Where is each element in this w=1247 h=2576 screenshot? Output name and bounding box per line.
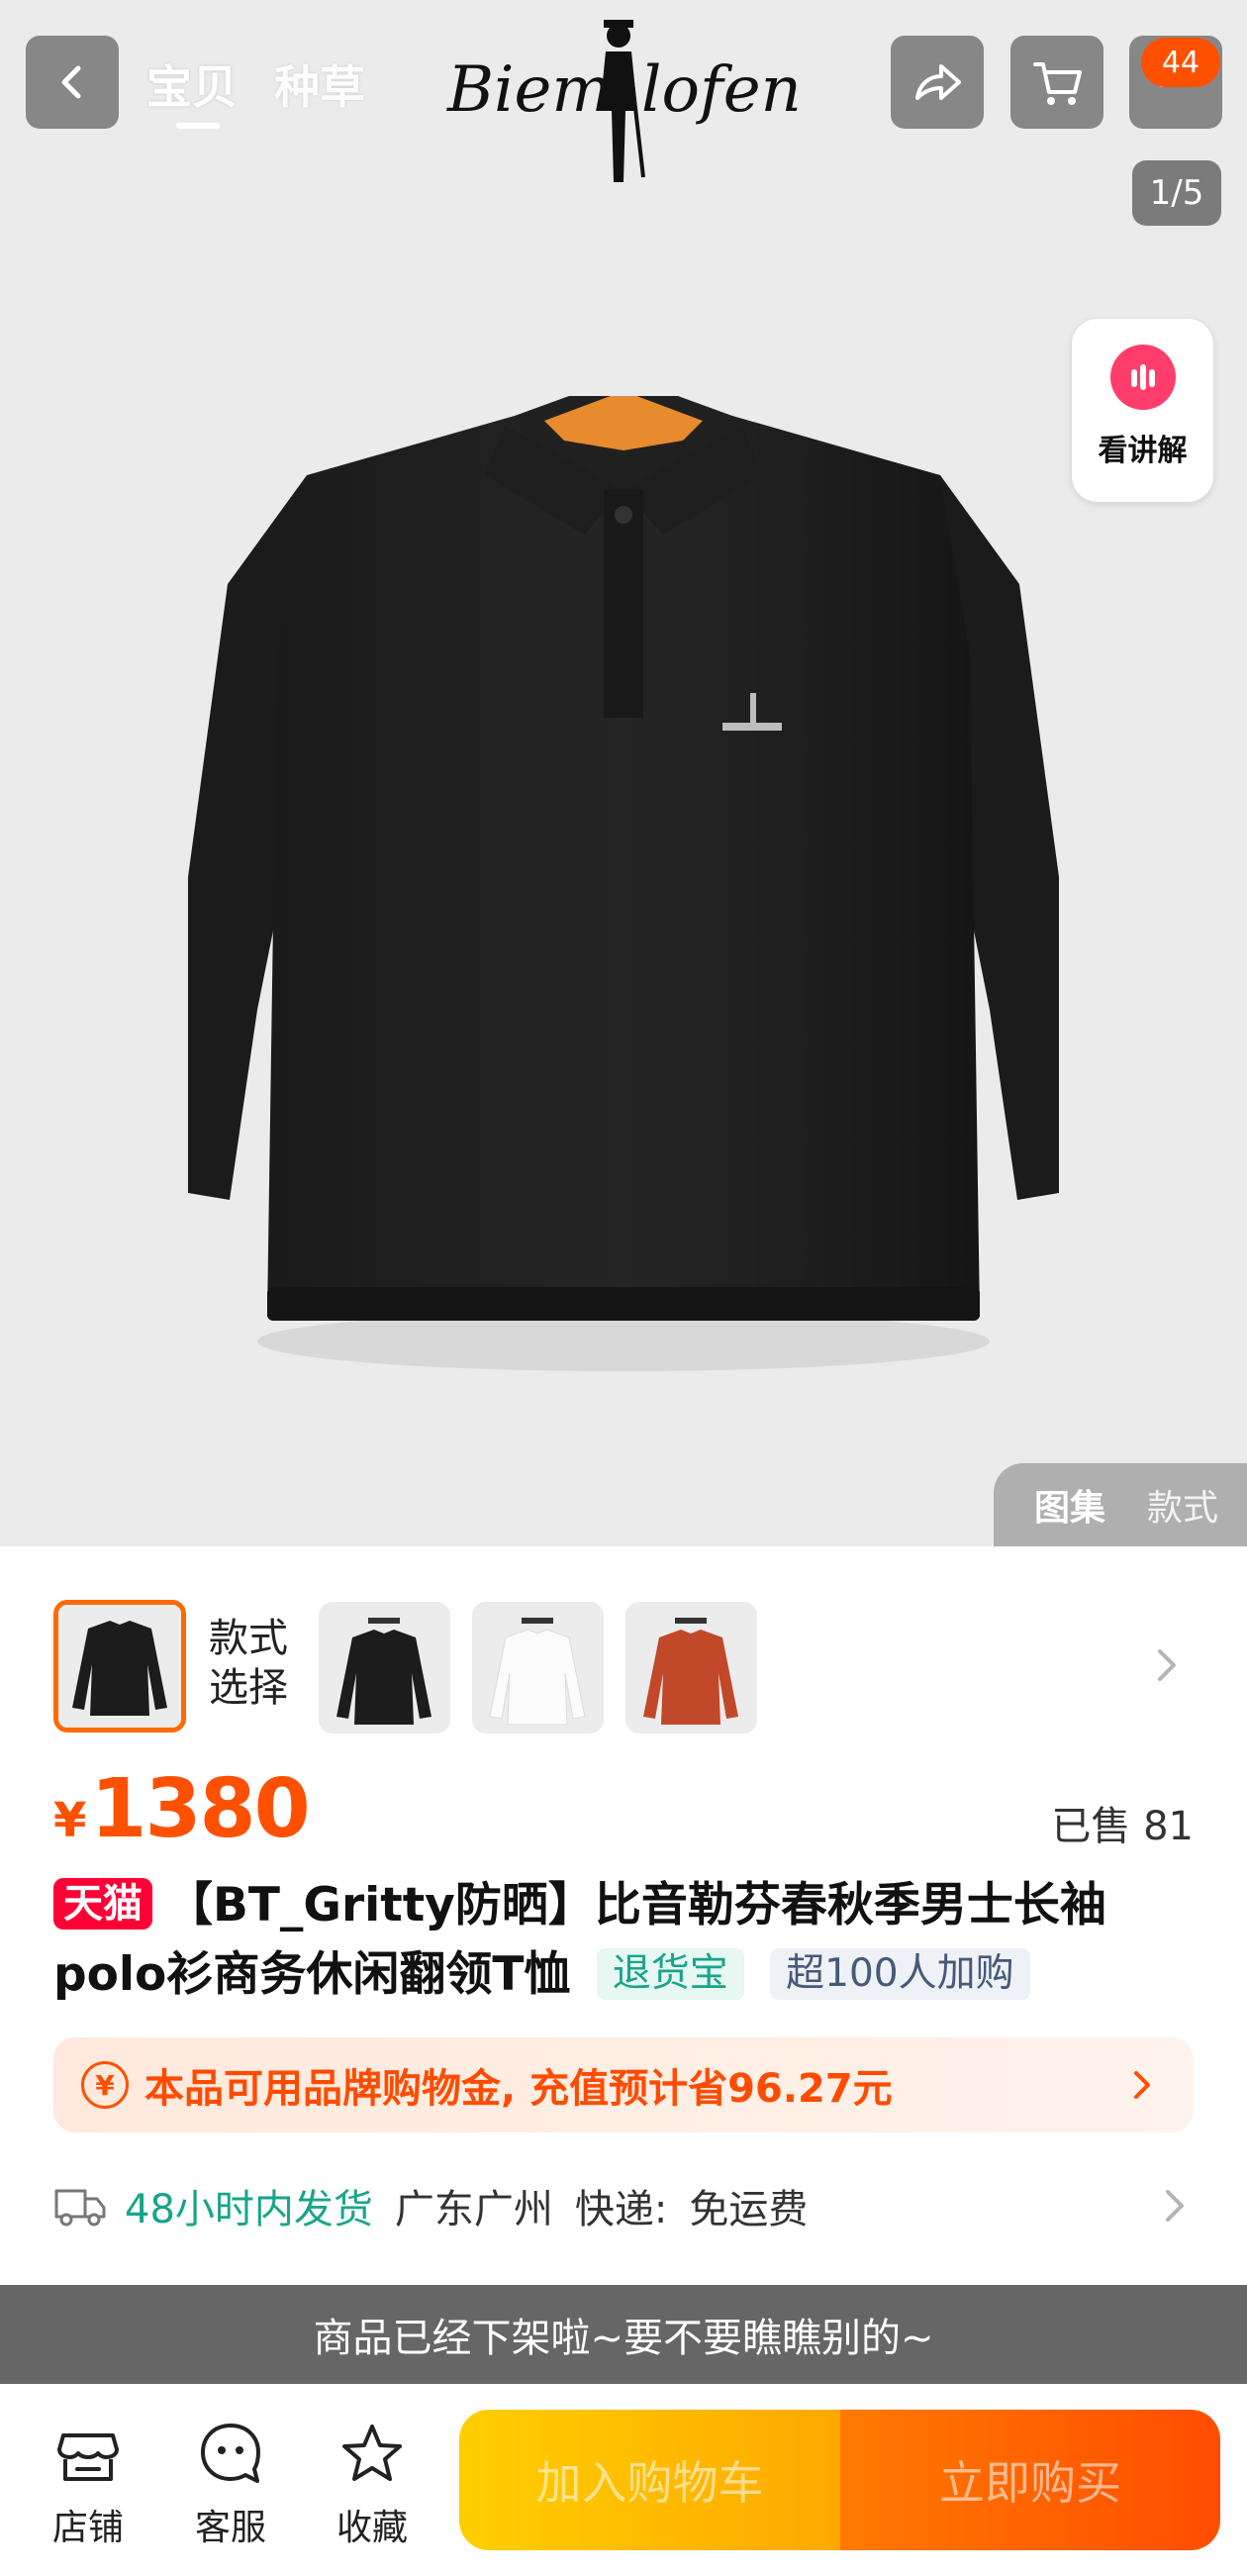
promo-text: 本品可用品牌购物金, 充值预计省96.27元	[144, 2066, 893, 2112]
tab-baobei[interactable]: 宝贝	[146, 51, 238, 117]
message-count-badge: 44	[1141, 38, 1220, 87]
product-gallery[interactable]: 宝贝 种草 Biem lofen 44 1/5 看讲解 图集 款式	[0, 0, 1247, 1546]
chevron-right-icon	[1134, 2071, 1150, 2099]
variant-label: 款式选择	[209, 1616, 288, 1711]
explain-label: 看讲解	[1098, 434, 1188, 468]
share-button[interactable]	[891, 36, 984, 129]
active-tab-indicator	[176, 123, 220, 129]
chevron-right-icon[interactable]	[1146, 1645, 1186, 1685]
add-count-tag: 超100人加购	[770, 1948, 1030, 2000]
variant-thumb[interactable]	[319, 1602, 450, 1734]
variant-image	[319, 1602, 450, 1734]
tmall-badge: 天猫	[53, 1878, 152, 1930]
tab-style[interactable]: 款式	[1147, 1479, 1218, 1531]
chevron-right-icon	[1166, 2190, 1184, 2222]
service-label: 客服	[194, 2508, 266, 2548]
variant-image	[472, 1602, 604, 1734]
svg-text:Biem: Biem	[446, 53, 612, 127]
shipping-location: 广东广州	[394, 2187, 553, 2232]
shipping-row[interactable]: 48小时内发货 广东广州 快递: 免运费	[53, 2166, 1194, 2245]
promo-banner[interactable]: ¥ 本品可用品牌购物金, 充值预计省96.27元	[53, 2037, 1194, 2132]
variant-selector: 款式选择	[0, 1546, 1247, 1734]
variant-image	[625, 1602, 757, 1734]
sold-count: 已售 81	[1051, 1804, 1194, 1849]
customer-service-button[interactable]: 客服	[176, 2420, 285, 2550]
variant-thumb-selected[interactable]	[53, 1600, 186, 1733]
cart-button[interactable]	[1010, 36, 1103, 129]
shipping-time: 48小时内发货	[125, 2187, 373, 2232]
buy-now-button[interactable]: 立即购买	[840, 2410, 1220, 2550]
variant-thumb[interactable]	[625, 1602, 757, 1734]
bottom-action-bar: 店铺 客服 收藏 加入购物车 立即购买	[0, 2384, 1247, 2576]
chevron-left-icon	[61, 65, 81, 99]
favorite-label: 收藏	[336, 2508, 408, 2548]
price-currency: ¥	[53, 1793, 87, 1848]
tab-gallery[interactable]: 图集	[1034, 1479, 1105, 1531]
product-title-block: 天猫 【BT_Gritty防晒】比音勒芬春秋季男士长袖polo衫商务休闲翻领T恤 …	[53, 1871, 1201, 2010]
favorite-button[interactable]: 收藏	[318, 2420, 427, 2550]
product-image	[188, 396, 1059, 1371]
shipping-fee: 免运费	[689, 2187, 809, 2232]
svg-text:lofen: lofen	[641, 53, 802, 127]
top-bar: 宝贝 种草 Biem lofen 44	[0, 0, 1247, 198]
off-shelf-notice: 商品已经下架啦~要不要瞧瞧别的~	[0, 2285, 1247, 2384]
yen-circle-icon: ¥	[81, 2061, 129, 2109]
share-icon	[915, 64, 961, 100]
shipping-carrier-label: 快递:	[574, 2187, 668, 2232]
shop-label: 店铺	[51, 2508, 124, 2548]
shop-icon	[57, 2433, 119, 2481]
explain-button[interactable]: 看讲解	[1072, 319, 1213, 502]
back-button[interactable]	[26, 36, 119, 129]
service-face-icon	[201, 2424, 260, 2483]
price: ¥ 1380	[53, 1762, 311, 1856]
audio-bars-icon	[1109, 345, 1176, 410]
return-insurance-tag: 退货宝	[596, 1948, 744, 2000]
star-icon	[342, 2425, 402, 2481]
truck-icon	[54, 2189, 106, 2227]
cart-icon	[1033, 62, 1082, 105]
tab-zhongcao[interactable]: 种草	[274, 51, 365, 117]
price-value: 1380	[90, 1762, 310, 1856]
image-pager: 1/5	[1132, 160, 1221, 226]
add-to-cart-button[interactable]: 加入购物车	[459, 2410, 840, 2550]
variant-thumb[interactable]	[472, 1602, 604, 1734]
brand-logo: Biem lofen	[446, 20, 802, 182]
shop-button[interactable]: 店铺	[34, 2420, 143, 2550]
gallery-switch: 图集 款式	[994, 1463, 1247, 1546]
variant-image	[58, 1605, 181, 1728]
